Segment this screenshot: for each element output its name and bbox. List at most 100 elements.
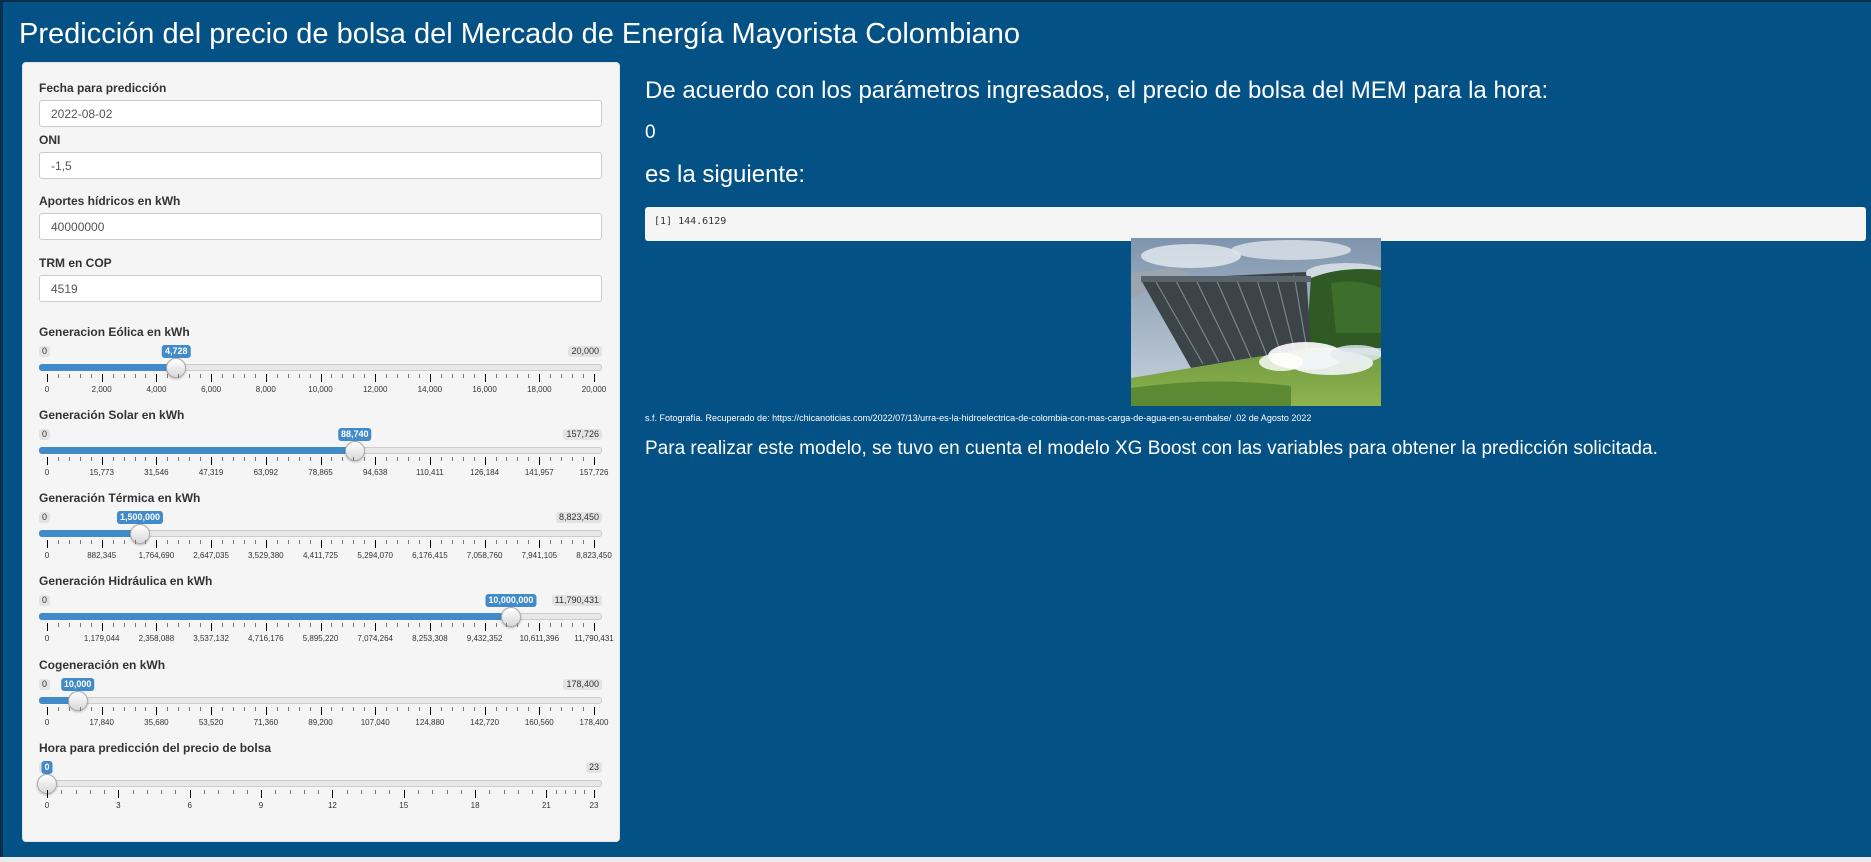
tick-minor [495, 457, 497, 461]
dam-photo [1131, 238, 1381, 406]
cogeneration-slider[interactable]: 0 178,400 10,000 0 17,840 35,680 53,520 71,360 8… [39, 678, 608, 739]
tick-minor [309, 707, 311, 711]
tick-minor [451, 623, 453, 627]
tick-minor [408, 623, 410, 627]
tick-label: 17,840 [89, 718, 114, 727]
trm-input[interactable] [39, 275, 602, 302]
tick-minor [309, 457, 311, 461]
tick-label: 8,823,450 [576, 551, 612, 560]
slider-value-label: 0 [41, 761, 53, 774]
tick-mark [429, 623, 431, 631]
hour-slider[interactable]: 023003691215182123 [37, 761, 602, 822]
tick-mark [211, 457, 213, 465]
tick-label: 23 [589, 801, 599, 810]
slider-track[interactable] [39, 780, 602, 787]
tick-minor [418, 457, 420, 461]
tick-mark [156, 707, 158, 715]
tick-mark [429, 457, 431, 465]
slider-ticks: 0 17,840 35,680 53,520 71,360 89,200 107,040 12… [39, 707, 608, 737]
tick-mark [47, 707, 48, 715]
tick-label: 2,358,088 [138, 634, 175, 643]
tick-minor [561, 540, 563, 544]
tick-minor [506, 707, 508, 711]
tick-minor [276, 623, 278, 627]
slider-ticks: 0 882,345 1,764,690 2,647,035 3,529,380 4,411… [39, 540, 612, 570]
tick-minor [289, 790, 291, 794]
tick-mark [265, 623, 267, 631]
tick-minor [440, 540, 442, 544]
tick-minor [473, 540, 475, 544]
tick-minor [90, 623, 92, 627]
oni-label: ONI [39, 133, 61, 147]
tick-label: 11,790,431 [574, 634, 614, 643]
tick-minor [353, 707, 355, 711]
slider-min-label: 0 [39, 429, 51, 440]
tick-mark [429, 707, 431, 715]
tick-minor [146, 790, 148, 794]
tick-mark [211, 707, 213, 715]
wind-generation-slider[interactable]: 0 20,000 4,728 0 2,000 4,000 6,000 8,000 10,000 1… [39, 345, 606, 406]
tick-minor [57, 374, 59, 378]
tick-minor [222, 707, 224, 711]
tick-minor [232, 790, 234, 794]
tick-label: 21 [541, 801, 551, 810]
tick-minor [189, 623, 191, 627]
tick-minor [440, 374, 442, 378]
thermal-generation-slider[interactable]: 0 8,823,450 1,500,000 0 882,345 1,764,690 2,64… [39, 511, 612, 572]
tick-minor [489, 790, 491, 794]
tick-minor [517, 457, 519, 461]
tick-mark [429, 540, 431, 548]
slider-value-label: 4,728 [162, 345, 191, 358]
wind-slider-label: Generacion Eólica en kWh [39, 325, 190, 339]
tick-minor [462, 457, 464, 461]
tick-minor [397, 540, 399, 544]
slider-track[interactable] [39, 697, 602, 704]
oni-input[interactable] [39, 152, 602, 179]
tick-label: 5,294,070 [357, 551, 393, 560]
tick-label: 4,411,725 [303, 551, 338, 560]
hydro-inflows-input[interactable] [39, 213, 602, 240]
hydro-generation-slider[interactable]: 0 11,790,431 10,000,000 0 1,179,044 2,358,088… [39, 594, 614, 655]
tick-mark [375, 707, 377, 715]
tick-mark [211, 623, 213, 631]
tick-minor [79, 707, 81, 711]
tick-minor [473, 623, 475, 627]
slider-ticks: 0 1,179,044 2,358,088 3,537,132 4,716,176 5,8… [39, 623, 614, 653]
tick-minor [57, 540, 59, 544]
hour-slider-label: Hora para predicción del precio de bolsa [39, 741, 272, 755]
tick-minor [418, 540, 420, 544]
hydro-slider-label: Generación Hidráulica en kWh [39, 574, 213, 588]
tick-minor [61, 790, 63, 794]
tick-mark [320, 457, 322, 465]
date-input[interactable] [39, 100, 602, 127]
tick-minor [134, 374, 136, 378]
slider-ticks: 0 15,773 31,546 47,319 63,092 78,865 94,638 110… [39, 457, 608, 487]
tick-minor [418, 707, 420, 711]
tick-mark [47, 790, 48, 798]
app-window: Predicción del precio de bolsa del Merca… [0, 0, 1871, 857]
solar-generation-slider[interactable]: 0 157,726 88,740 0 15,773 31,546 47,319 63,092 7… [39, 428, 608, 489]
tick-minor [561, 374, 563, 378]
slider-min-label: 0 [39, 595, 51, 606]
tick-minor [397, 623, 399, 627]
tick-mark [320, 540, 322, 548]
tick-minor [243, 540, 245, 544]
tick-minor [287, 540, 289, 544]
result-heading: De acuerdo con los parámetros ingresados… [645, 77, 1549, 104]
hydro-inflows-label: Aportes hídricos en kWh [39, 194, 181, 208]
tick-label: 1,179,044 [83, 634, 120, 643]
tick-mark [320, 374, 322, 382]
tick-minor [446, 790, 448, 794]
tick-minor [178, 457, 180, 461]
tick-minor [145, 457, 147, 461]
tick-minor [222, 457, 224, 461]
tick-minor [232, 540, 234, 544]
tick-label: 0 [44, 385, 50, 394]
slider-min-label: 0 [39, 679, 51, 690]
tick-minor [503, 790, 505, 794]
tick-minor [386, 540, 388, 544]
tick-label: 16,000 [472, 385, 497, 394]
tick-minor [331, 540, 333, 544]
slider-max-label: 8,823,450 [555, 512, 602, 523]
tick-mark [265, 707, 267, 715]
